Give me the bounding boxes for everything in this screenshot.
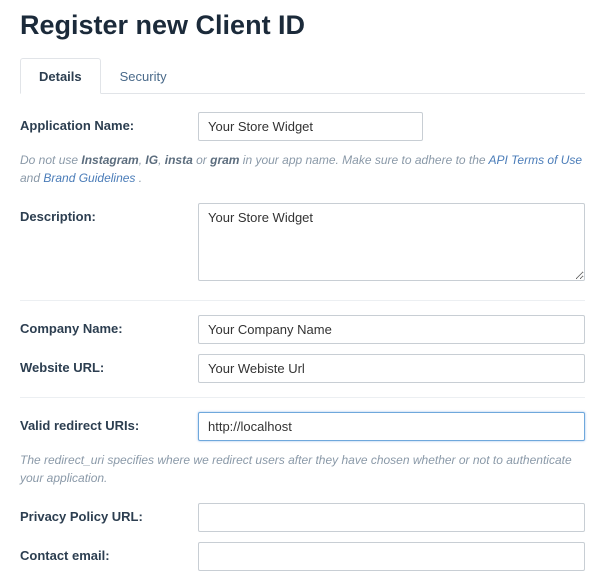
app-name-label: Application Name:	[20, 112, 198, 133]
company-name-input[interactable]	[198, 315, 585, 344]
privacy-policy-input[interactable]	[198, 503, 585, 532]
contact-email-label: Contact email:	[20, 542, 198, 563]
description-input[interactable]: Your Store Widget	[198, 203, 585, 281]
contact-email-input[interactable]	[198, 542, 585, 571]
description-label: Description:	[20, 203, 198, 224]
divider	[20, 300, 585, 301]
redirect-uris-hint: The redirect_uri specifies where we redi…	[20, 451, 585, 487]
brand-guidelines-link[interactable]: Brand Guidelines	[43, 171, 135, 185]
api-terms-link[interactable]: API Terms of Use	[489, 153, 583, 167]
app-name-hint: Do not use Instagram, IG, insta or gram …	[20, 151, 585, 187]
company-name-label: Company Name:	[20, 315, 198, 336]
tab-security[interactable]: Security	[101, 58, 186, 94]
page-title: Register new Client ID	[20, 10, 585, 41]
privacy-policy-label: Privacy Policy URL:	[20, 503, 198, 524]
app-name-input[interactable]	[198, 112, 423, 141]
tab-bar: Details Security	[20, 57, 585, 94]
website-url-input[interactable]	[198, 354, 585, 383]
website-url-label: Website URL:	[20, 354, 198, 375]
divider	[20, 397, 585, 398]
redirect-uris-input[interactable]	[198, 412, 585, 441]
redirect-uris-label: Valid redirect URIs:	[20, 412, 198, 433]
tab-details[interactable]: Details	[20, 58, 101, 94]
